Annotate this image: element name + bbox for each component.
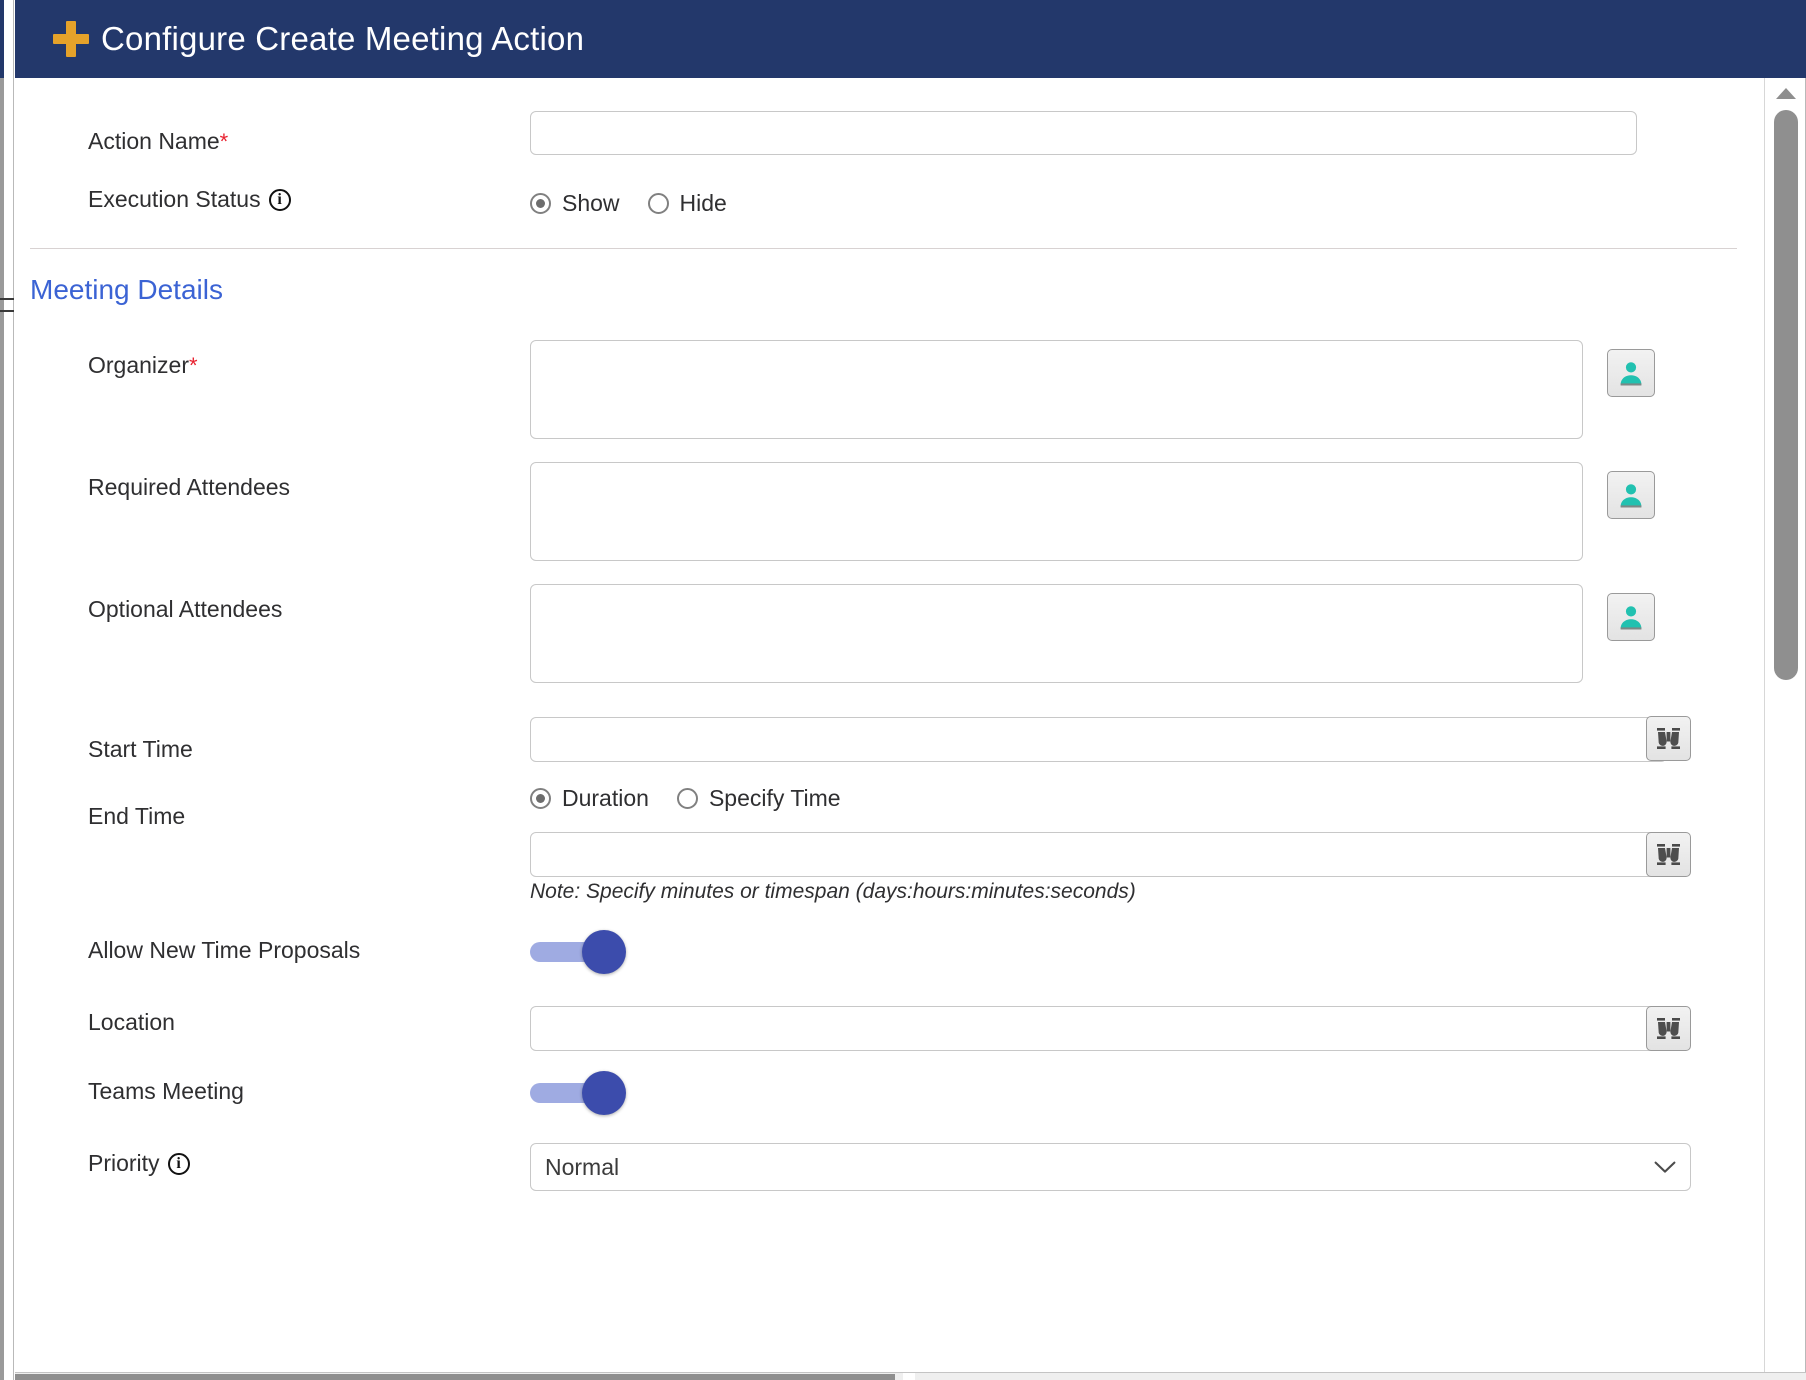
end-time-input[interactable] — [530, 832, 1667, 877]
allow-new-time-proposals-label: Allow New Time Proposals — [88, 937, 361, 963]
priority-select[interactable]: Normal — [530, 1143, 1691, 1191]
person-icon — [1620, 484, 1642, 508]
page-title: Configure Create Meeting Action — [101, 20, 585, 57]
action-name-input[interactable] — [530, 111, 1637, 155]
left-edge-marker — [0, 298, 14, 312]
toggle-thumb[interactable] — [582, 1071, 626, 1115]
end-time-lookup-button[interactable] — [1646, 832, 1691, 877]
radio-indicator[interactable] — [676, 788, 698, 809]
person-icon — [1620, 606, 1642, 630]
execution-status-radio-group[interactable]: Show Hide — [530, 190, 727, 217]
horizontal-scrollbar-notch — [903, 1373, 915, 1380]
end-time-radio-group[interactable]: Duration Specify Time — [530, 785, 841, 812]
location-lookup-button[interactable] — [1646, 1006, 1691, 1051]
radio-indicator[interactable] — [530, 788, 551, 809]
vertical-scrollbar[interactable] — [1764, 78, 1806, 1372]
execution-status-option-hide[interactable]: Hide — [647, 190, 727, 217]
location-input[interactable] — [530, 1006, 1667, 1051]
vertical-scrollbar-thumb[interactable] — [1774, 110, 1798, 680]
required-attendees-label: Required Attendees — [88, 474, 291, 500]
priority-selected-value: Normal — [545, 1153, 620, 1180]
organizer-label: Organizer* — [88, 352, 198, 378]
end-time-option-duration[interactable]: Duration — [530, 785, 649, 812]
horizontal-scrollbar-thumb[interactable] — [15, 1374, 895, 1380]
start-time-label: Start Time — [88, 736, 193, 762]
priority-label: Priority — [88, 1152, 190, 1175]
organizer-person-picker-button[interactable] — [1607, 349, 1655, 397]
left-edge-strip — [0, 0, 14, 1380]
binoculars-icon — [1657, 727, 1680, 749]
organizer-input[interactable] — [530, 340, 1583, 439]
radio-label: Duration — [562, 785, 649, 811]
required-marker: * — [188, 353, 198, 378]
teams-meeting-label: Teams Meeting — [88, 1078, 244, 1104]
end-time-note: Note: Specify minutes or timespan (days:… — [530, 880, 1136, 903]
horizontal-scrollbar[interactable] — [15, 1372, 1806, 1380]
required-marker: * — [219, 129, 229, 154]
scroll-up-arrow-icon[interactable] — [1776, 88, 1796, 99]
section-title-meeting-details: Meeting Details — [30, 274, 223, 305]
optional-attendees-label: Optional Attendees — [88, 596, 283, 622]
execution-status-option-show[interactable]: Show — [530, 190, 620, 217]
info-icon[interactable] — [167, 1153, 190, 1175]
chevron-down-icon — [1654, 1161, 1676, 1173]
person-icon — [1620, 362, 1642, 386]
form-scroll-area: Action Name* Execution Status Show Hide … — [15, 78, 1764, 1372]
plus-icon — [53, 21, 89, 57]
required-attendees-input[interactable] — [530, 462, 1583, 561]
section-divider — [30, 248, 1737, 249]
radio-label: Specify Time — [708, 785, 841, 811]
info-icon[interactable] — [268, 189, 291, 211]
radio-indicator[interactable] — [647, 193, 669, 214]
end-time-option-specify-time[interactable]: Specify Time — [676, 785, 841, 812]
configure-create-meeting-action-window: Configure Create Meeting Action Action N… — [0, 0, 1806, 1380]
location-label: Location — [88, 1009, 175, 1035]
required-attendees-person-picker-button[interactable] — [1607, 471, 1655, 519]
toggle-thumb[interactable] — [582, 930, 626, 974]
optional-attendees-person-picker-button[interactable] — [1607, 593, 1655, 641]
binoculars-icon — [1657, 843, 1680, 865]
teams-meeting-toggle[interactable] — [530, 1071, 628, 1115]
window-titlebar: Configure Create Meeting Action — [15, 0, 1806, 78]
optional-attendees-input[interactable] — [530, 584, 1583, 683]
action-name-label: Action Name* — [88, 128, 229, 154]
start-time-input[interactable] — [530, 717, 1667, 762]
binoculars-icon — [1657, 1017, 1680, 1039]
left-edge-header-sliver — [0, 0, 4, 78]
left-edge-rail — [0, 0, 4, 1380]
radio-indicator[interactable] — [530, 193, 551, 214]
radio-label: Hide — [679, 190, 727, 216]
radio-label: Show — [562, 190, 620, 216]
start-time-lookup-button[interactable] — [1646, 716, 1691, 761]
end-time-label: End Time — [88, 803, 186, 829]
allow-new-time-proposals-toggle[interactable] — [530, 930, 628, 974]
execution-status-label: Execution Status — [88, 188, 291, 211]
